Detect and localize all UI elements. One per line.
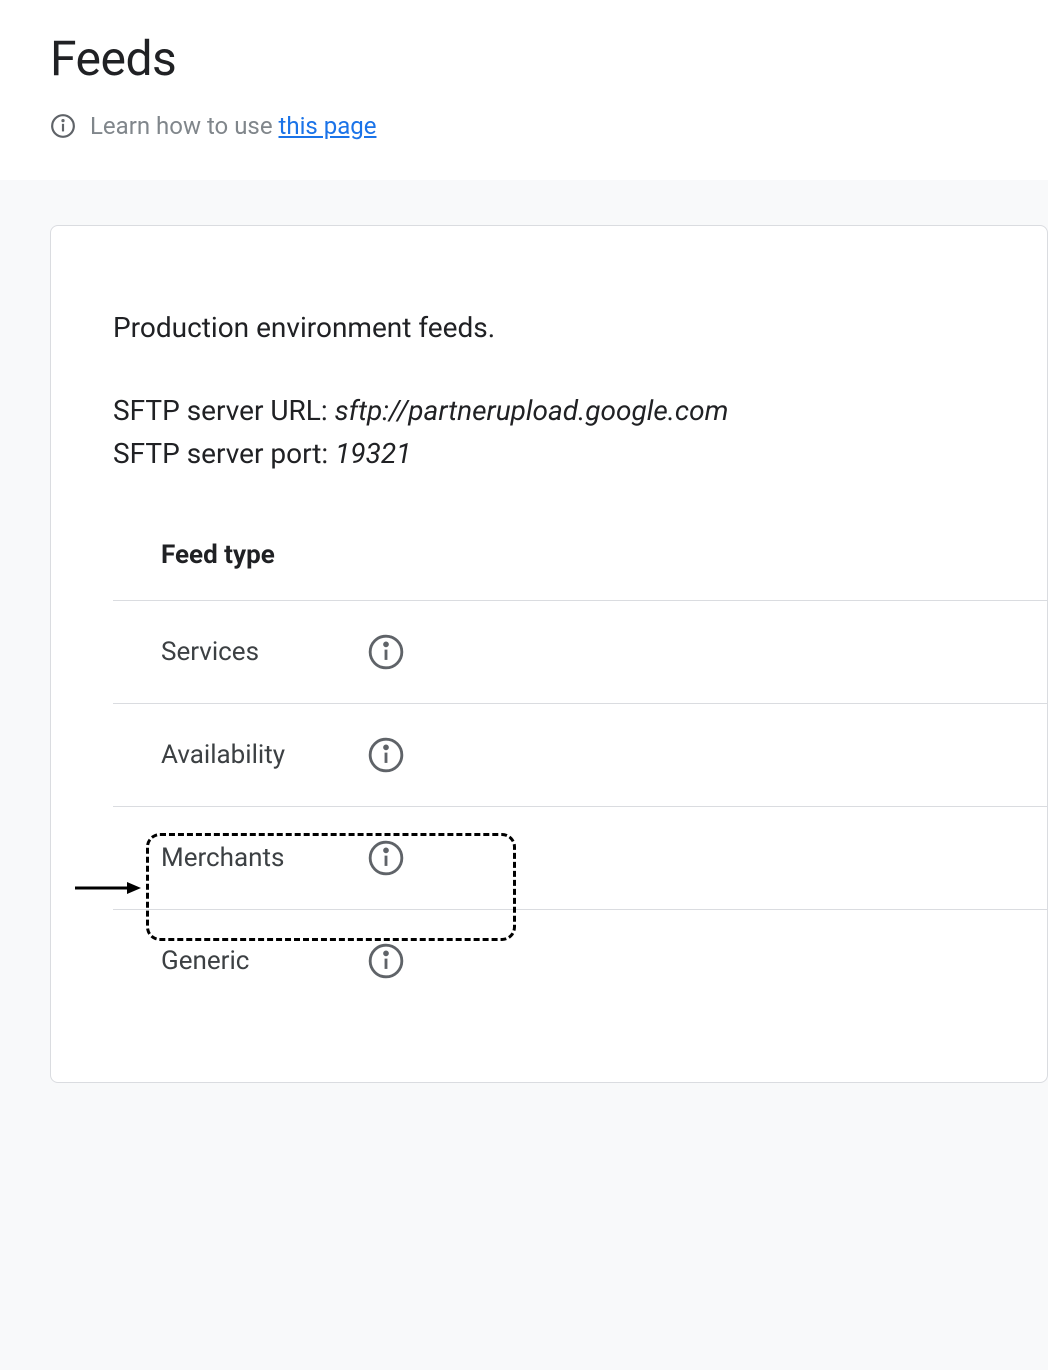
table-row[interactable]: Availability xyxy=(113,703,1047,806)
info-icon[interactable] xyxy=(367,633,405,671)
row-label-services: Services xyxy=(161,637,291,667)
learn-hint-text: Learn how to use this page xyxy=(90,112,376,140)
learn-link[interactable]: this page xyxy=(279,112,377,140)
sftp-port-label: SFTP server port: xyxy=(113,437,335,470)
row-label-merchants: Merchants xyxy=(161,843,291,873)
row-label-availability: Availability xyxy=(161,740,291,770)
sftp-port-value: 19321 xyxy=(335,437,411,470)
sftp-url-line: SFTP server URL: sftp://partnerupload.go… xyxy=(113,394,1047,427)
annotation-arrow-icon xyxy=(73,878,141,898)
sftp-url-value: sftp://partnerupload.google.com xyxy=(335,394,729,427)
environment-title: Production environment feeds. xyxy=(113,311,1047,344)
row-label-generic: Generic xyxy=(161,946,291,976)
info-icon[interactable] xyxy=(367,839,405,877)
table-header-feedtype: Feed type xyxy=(161,540,275,570)
table-row[interactable]: Merchants xyxy=(113,806,1047,909)
sftp-port-line: SFTP server port: 19321 xyxy=(113,437,1047,470)
info-icon[interactable] xyxy=(367,942,405,980)
table-row[interactable]: Services xyxy=(113,600,1047,703)
feed-type-table: Feed type Services Availability xyxy=(51,540,1047,1012)
sftp-url-label: SFTP server URL: xyxy=(113,394,335,427)
table-header-row: Feed type xyxy=(113,540,1047,600)
learn-hint-row: Learn how to use this page xyxy=(50,112,998,140)
info-icon xyxy=(50,113,76,139)
table-row[interactable]: Generic xyxy=(113,909,1047,1012)
info-icon[interactable] xyxy=(367,736,405,774)
learn-prefix: Learn how to use xyxy=(90,112,279,140)
page-title: Feeds xyxy=(50,30,998,87)
feeds-card: Production environment feeds. SFTP serve… xyxy=(50,225,1048,1083)
